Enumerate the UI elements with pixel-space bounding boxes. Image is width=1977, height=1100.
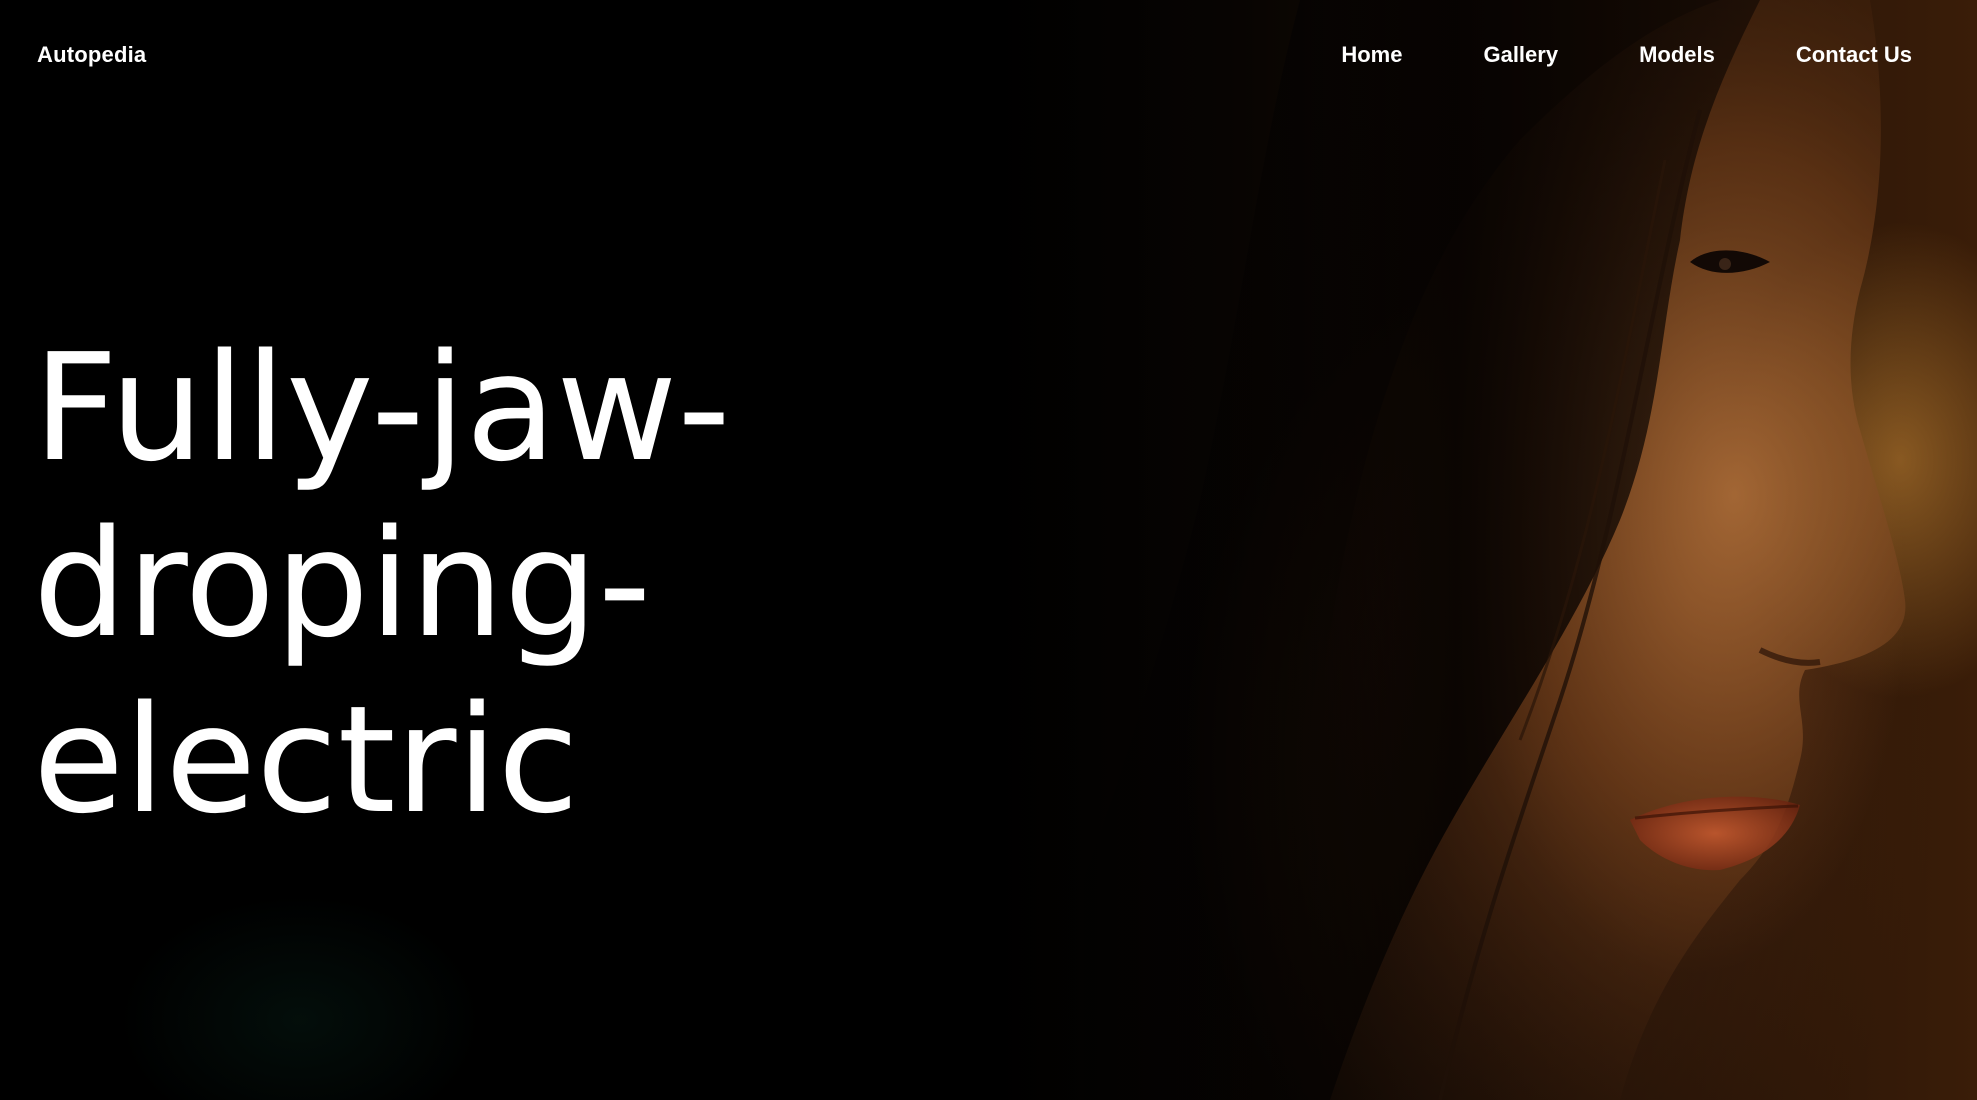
- headline-line: Fully-jaw-: [33, 322, 731, 494]
- nav-link-gallery[interactable]: Gallery: [1483, 42, 1558, 68]
- nav-link-contact-us[interactable]: Contact Us: [1796, 42, 1912, 68]
- main-nav: Home Gallery Models Contact Us: [1341, 42, 1912, 68]
- headline-line: droping-: [33, 498, 652, 670]
- headline-line: electric: [33, 674, 579, 846]
- nav-link-home[interactable]: Home: [1341, 42, 1402, 68]
- hero-page: Autopedia Home Gallery Models Contact Us…: [0, 0, 1977, 1100]
- hero-headline: Fully-jaw- droping- electric: [33, 320, 731, 848]
- brand-logo-link[interactable]: Autopedia: [37, 42, 146, 68]
- nav-link-models[interactable]: Models: [1639, 42, 1715, 68]
